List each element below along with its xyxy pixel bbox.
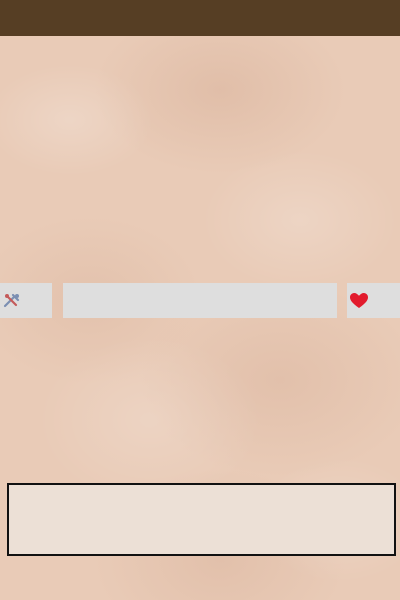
heart-icon <box>350 292 368 308</box>
toolbar-middle-field <box>63 283 337 318</box>
favorite-button[interactable] <box>347 283 400 318</box>
bottom-panel <box>7 483 396 556</box>
tools-icon <box>3 293 20 307</box>
tools-button[interactable] <box>0 283 52 318</box>
toolbar-row <box>0 283 400 318</box>
top-bar <box>0 0 400 36</box>
